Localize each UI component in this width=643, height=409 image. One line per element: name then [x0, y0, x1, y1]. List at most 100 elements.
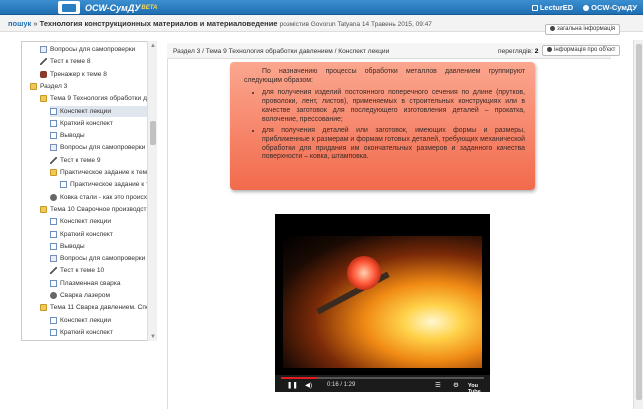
sidebar-scroll-thumb[interactable] — [150, 121, 156, 145]
course-tree: Вопросы для самопроверки Тест к теме 8 Тре… — [21, 41, 157, 341]
brand-logo[interactable]: ОСW-СумДУ BETA — [58, 1, 157, 14]
tree-item-label: Практическое задание к теме — [60, 169, 151, 176]
object-info-button[interactable]: інформація про об'єкт — [542, 45, 621, 56]
tree-item[interactable]: Тренажер к теме 8 — [40, 69, 154, 80]
tree-item-label: Плазменная сварка — [60, 279, 121, 287]
settings-icon[interactable]: ⚙ — [453, 381, 459, 389]
lecture-callout: По назначению процессы обработки металло… — [230, 62, 535, 190]
tree-item[interactable]: Вопросы для самопроверки — [40, 44, 154, 55]
pause-icon[interactable]: ❚❚ — [287, 381, 298, 389]
breadcrumb: пошук » Технология конструкционных матер… — [8, 19, 432, 28]
tree-item[interactable]: Тест к теме 10 — [50, 265, 154, 276]
tree-item[interactable]: Раздел 3 — [30, 81, 154, 92]
doc-icon — [50, 230, 57, 238]
folder-icon — [30, 82, 37, 90]
tree-item-label: Тест к теме 9 — [60, 156, 101, 164]
page-scroll-thumb[interactable] — [636, 44, 642, 400]
tree-item-label: Конспект лекции — [60, 316, 112, 324]
content-breadcrumb: Раздел 3 / Тема 9 Технология обработки д… — [173, 48, 390, 55]
tree-item-label: Краткий конспект — [60, 119, 113, 127]
tree-item[interactable]: Тема 9 Технология обработки д — [40, 93, 154, 104]
author-info: розмістив Govorun Tatyana 14 Травень 201… — [279, 21, 432, 28]
tree-item[interactable]: Тема 11 Сварка давлением. Спе — [40, 302, 154, 313]
callout-intro: По назначению процессы обработки металло… — [244, 68, 525, 84]
tree-item-label: Тест к теме 10 — [60, 267, 105, 275]
tree-item[interactable]: Тема 10 Сварочное производст — [40, 204, 154, 215]
scroll-down-icon[interactable]: ▼ — [150, 334, 156, 340]
doc-icon — [50, 328, 57, 336]
tree-item[interactable]: Вопросы для самопроверки — [50, 253, 154, 264]
tree-item[interactable]: Конспект лекции — [50, 216, 154, 227]
tree-item-label: Конспект лекции — [60, 107, 112, 115]
hot-metal — [347, 256, 381, 290]
video-controls: ❚❚ ◀) 0:16 / 1:29 ☰ ⚙ You Tube — [275, 375, 490, 395]
tree-item[interactable]: Конспект лекции — [50, 315, 154, 326]
doc-icon — [50, 218, 57, 226]
question-icon — [40, 46, 47, 53]
tree-item[interactable]: Практическое задание к теме — [50, 167, 154, 178]
info-icon — [550, 26, 555, 31]
tree-item[interactable]: Тест к теме 9 — [50, 155, 154, 166]
tree-item[interactable]: Ковка стали - как это происх — [50, 192, 154, 203]
tree-item-label: Вопросы для самопроверки — [60, 144, 146, 152]
views-counter: переглядів: 2 — [498, 48, 539, 55]
tree-item-label: Сварка лазером — [60, 292, 110, 299]
tree-item[interactable]: Краткий конспект — [50, 118, 154, 129]
tree-item-label: Раздел 3 — [40, 82, 68, 90]
beta-badge: BETA — [141, 4, 158, 11]
gear-icon — [50, 292, 57, 299]
tree-item[interactable]: Выводы — [50, 130, 154, 141]
top-bar: ОСW-СумДУ BETA LecturED ОСW-СумДУ — [0, 0, 643, 15]
tree-item[interactable]: Плазменная сварка — [50, 278, 154, 289]
doc-icon — [50, 107, 57, 115]
tree-item-label: Краткий конспект — [60, 328, 113, 336]
volume-icon[interactable]: ◀) — [305, 381, 312, 389]
video-frame[interactable] — [283, 236, 482, 368]
video-progress-bar[interactable] — [281, 377, 484, 379]
tree-item-label: Тест к теме 8 — [50, 58, 91, 66]
folder-icon — [40, 304, 47, 312]
tree-item-label: Тема 9 Технология обработки д — [50, 95, 147, 103]
general-info-button[interactable]: загальна інформація — [545, 24, 621, 35]
youtube-icon[interactable]: You Tube — [468, 383, 490, 395]
folder-icon — [40, 205, 47, 213]
doc-icon — [60, 181, 67, 189]
tree-item-label: Краткий конспект — [60, 230, 113, 238]
tree-item[interactable]: Краткий конспект — [50, 327, 154, 338]
tree-item[interactable]: Вопросы для самопроверки — [50, 142, 154, 153]
tree-item[interactable]: Конспект лекции — [50, 105, 154, 117]
tree-item-label: Выводы — [60, 132, 85, 140]
pencil-icon — [40, 58, 47, 66]
tree-item-label: Практическое задание к т — [70, 181, 150, 189]
folder-icon — [40, 95, 47, 103]
callout-bullet: для получения изделий постоянного попере… — [262, 89, 525, 124]
lectured-link[interactable]: LecturED — [531, 3, 573, 12]
tree-item[interactable]: Краткий конспект — [50, 229, 154, 240]
account-link[interactable]: ОСW-СумДУ — [583, 3, 637, 12]
lectured-icon — [531, 4, 538, 11]
doc-icon — [50, 132, 57, 140]
tree-item[interactable]: Выводы — [50, 241, 154, 252]
gear-icon — [50, 193, 57, 201]
search-link[interactable]: пошук — [8, 19, 31, 28]
content-divider — [167, 59, 168, 409]
tree-item[interactable]: Сварка лазером — [50, 290, 154, 301]
doc-icon — [50, 316, 57, 324]
tree-item-label: Тема 10 Сварочное производст — [50, 205, 147, 213]
page-scrollbar[interactable] — [633, 40, 643, 409]
tree-item-label: Тренажер к теме 8 — [50, 70, 107, 78]
tree-item-label: Вопросы для самопроверки — [50, 46, 136, 53]
tree-item-label: Ковка стали - как это происх — [60, 193, 148, 201]
tree-item[interactable]: Практическое задание к т — [60, 179, 154, 190]
tree-item[interactable]: Тест к теме 8 — [40, 56, 154, 67]
tree-item-label: Тема 11 Сварка давлением. Спе — [50, 304, 150, 312]
sidebar-scrollbar[interactable]: ▲ ▼ — [147, 41, 157, 341]
video-progress-fill — [281, 377, 318, 379]
course-title: Технология конструкционных материалов и … — [39, 19, 278, 28]
video-player[interactable]: ❚❚ ◀) 0:16 / 1:29 ☰ ⚙ You Tube — [275, 214, 490, 395]
user-icon — [583, 4, 590, 11]
wrench-icon — [40, 70, 47, 78]
playlist-icon[interactable]: ☰ — [435, 381, 441, 389]
scroll-up-icon[interactable]: ▲ — [150, 43, 156, 49]
folder-icon — [50, 169, 57, 176]
